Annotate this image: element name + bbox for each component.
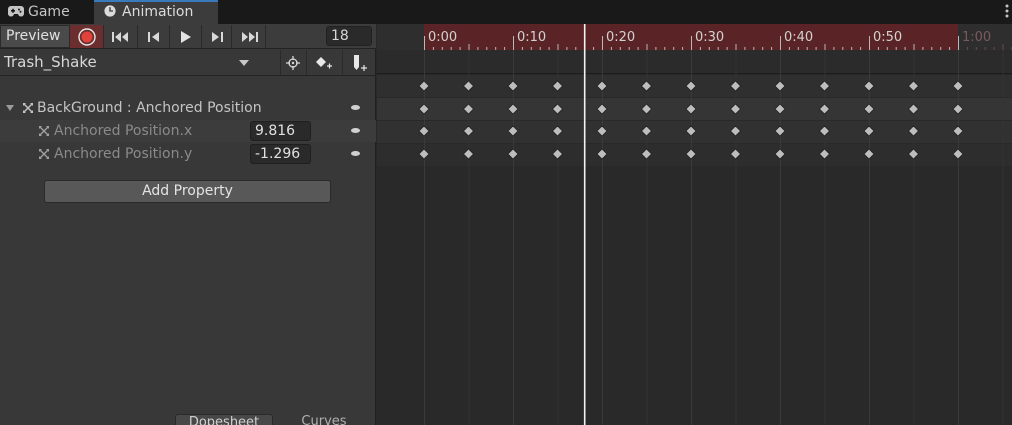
add-event-button[interactable] xyxy=(342,50,376,75)
time-tick-label: 0:30 xyxy=(695,30,725,45)
property-x-value-field[interactable]: 9.816 xyxy=(250,121,311,141)
rect-transform-icon xyxy=(23,103,33,113)
next-keyframe-button[interactable] xyxy=(202,25,232,48)
add-keyframe-button[interactable] xyxy=(306,50,341,75)
window-tab-bar: Game Animation xyxy=(0,0,1012,24)
skip-to-end-icon xyxy=(241,31,258,42)
rect-transform-icon xyxy=(39,149,49,159)
property-options-icon[interactable] xyxy=(351,151,360,156)
fold-arrow-icon[interactable] xyxy=(6,105,14,111)
tab-animation[interactable]: Animation xyxy=(94,0,218,24)
property-options-icon[interactable] xyxy=(351,105,360,110)
skip-to-start-icon xyxy=(111,31,128,42)
record-icon xyxy=(77,27,96,46)
first-keyframe-button[interactable] xyxy=(104,25,138,48)
gamepad-icon xyxy=(8,6,24,17)
timeline-canvas[interactable] xyxy=(377,24,1012,425)
property-row-x[interactable]: Anchored Position.x 9.816 xyxy=(0,120,376,142)
rect-transform-icon xyxy=(39,126,49,136)
add-keyframe-icon xyxy=(316,56,332,68)
property-y-value-field[interactable]: -1.296 xyxy=(250,144,311,164)
dopesheet-timeline[interactable]: 0:00 0:10 0:20 0:30 0:40 0:50 1:00 xyxy=(377,24,1012,425)
previous-keyframe-button[interactable] xyxy=(138,25,170,48)
view-mode-tabs: Dopesheet Curves xyxy=(175,414,375,425)
clock-icon xyxy=(104,5,116,17)
clip-name: Trash_Shake xyxy=(4,53,97,71)
time-tick-label: 0:20 xyxy=(606,30,636,45)
property-group-label: BackGround : Anchored Position xyxy=(37,100,262,116)
clip-row: Trash_Shake xyxy=(0,50,376,76)
add-event-icon xyxy=(353,54,367,71)
current-frame-field[interactable]: 18 xyxy=(326,26,372,46)
tab-dopesheet[interactable]: Dopesheet xyxy=(175,414,273,425)
time-tick-label: 0:00 xyxy=(428,30,458,45)
crosshair-icon xyxy=(285,55,300,70)
more-options-icon[interactable] xyxy=(1004,3,1010,19)
animation-properties-panel: Preview 18 Trash_Shake BackGround: Anch… xyxy=(0,24,376,425)
property-y-label: Anchored Position.y xyxy=(54,146,193,162)
last-keyframe-button[interactable] xyxy=(232,25,266,48)
property-x-label: Anchored Position.x xyxy=(54,123,193,139)
tab-animation-label: Animation xyxy=(122,4,194,20)
play-icon xyxy=(180,30,191,43)
step-back-icon xyxy=(147,31,159,42)
play-button[interactable] xyxy=(170,25,202,48)
add-property-button[interactable]: Add Property xyxy=(44,180,331,203)
tab-curves[interactable]: Curves xyxy=(275,414,373,425)
tab-game-label: Game xyxy=(28,4,70,20)
keyframe-target-button[interactable] xyxy=(280,50,304,75)
preview-button[interactable]: Preview xyxy=(0,25,70,48)
time-tick-label: 0:10 xyxy=(517,30,547,45)
clip-dropdown[interactable]: Trash_Shake xyxy=(0,50,258,75)
record-button[interactable] xyxy=(70,25,104,48)
dropdown-arrow-icon xyxy=(239,60,249,66)
property-group-row[interactable]: BackGround : Anchored Position xyxy=(0,97,376,119)
property-row-y[interactable]: Anchored Position.y -1.296 xyxy=(0,143,376,165)
time-tick-label: 0:50 xyxy=(873,30,903,45)
step-forward-icon xyxy=(211,31,223,42)
tab-game[interactable]: Game xyxy=(0,0,92,24)
time-tick-label: 0:40 xyxy=(784,30,814,45)
event-strip xyxy=(377,50,1012,73)
time-tick-label: 1:00 xyxy=(962,30,992,45)
playback-toolbar: Preview 18 xyxy=(0,24,376,49)
property-options-icon[interactable] xyxy=(351,128,360,133)
